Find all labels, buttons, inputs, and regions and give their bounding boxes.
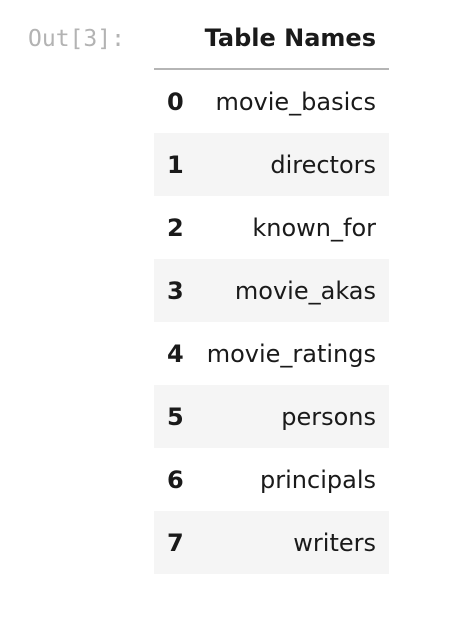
- table-name-cell: directors: [270, 150, 376, 179]
- dataframe-table: Table Names 0 movie_basics 1 directors 2…: [154, 8, 389, 574]
- table-name-cell: movie_akas: [234, 276, 376, 305]
- table-row: 4 movie_ratings: [154, 322, 389, 385]
- table-name-cell: persons: [281, 402, 376, 431]
- table-name-cell: movie_ratings: [206, 339, 376, 368]
- row-index: 0: [167, 87, 184, 116]
- row-index: 7: [167, 528, 184, 557]
- table-header-row: Table Names: [154, 8, 389, 70]
- table-row: 5 persons: [154, 385, 389, 448]
- table-name-cell: movie_basics: [215, 87, 376, 116]
- table-row: 0 movie_basics: [154, 69, 389, 133]
- table-row: 2 known_for: [154, 196, 389, 259]
- row-index: 1: [167, 150, 184, 179]
- table-name-cell: writers: [293, 528, 376, 557]
- row-index: 3: [167, 276, 184, 305]
- table-row: 7 writers: [154, 511, 389, 574]
- column-header-table-names: Table Names: [204, 8, 389, 70]
- output-cell: Out[3]: Table Names 0 movie_basics 1 dir…: [0, 0, 455, 620]
- table-row: 6 principals: [154, 448, 389, 511]
- table-row: 1 directors: [154, 133, 389, 196]
- row-index: 2: [167, 213, 184, 242]
- row-index: 5: [167, 402, 184, 431]
- table-name-cell: known_for: [252, 213, 376, 242]
- table-name-cell: principals: [260, 465, 376, 494]
- output-prompt: Out[3]:: [28, 26, 125, 52]
- index-header-corner: [154, 8, 205, 70]
- row-index: 4: [167, 339, 184, 368]
- row-index: 6: [167, 465, 184, 494]
- table-row: 3 movie_akas: [154, 259, 389, 322]
